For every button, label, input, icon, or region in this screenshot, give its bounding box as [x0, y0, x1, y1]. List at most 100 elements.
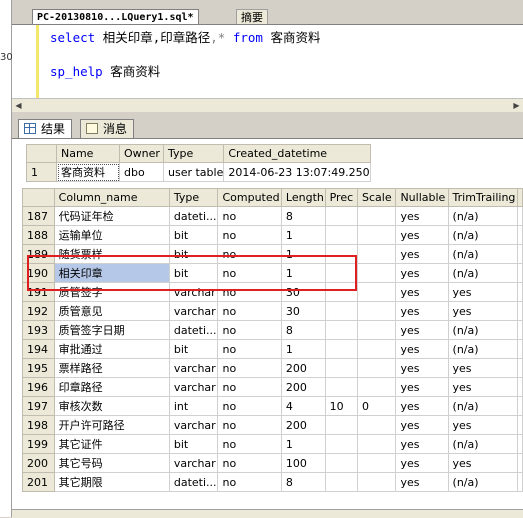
grid-cell[interactable] [357, 263, 397, 283]
grid-cell[interactable]: 审批通过 [53, 339, 170, 359]
grid-cell[interactable]: 票样路径 [53, 358, 170, 378]
grid-cell[interactable]: int [168, 396, 219, 416]
grid-cell[interactable] [357, 206, 397, 226]
grid-cell[interactable]: no [217, 339, 282, 359]
grid-cell[interactable]: no [217, 225, 282, 245]
grid-cell[interactable] [324, 339, 359, 359]
column-header[interactable]: Type [168, 188, 219, 207]
grid-cell[interactable]: 审核次数 [53, 396, 170, 416]
grid-cell[interactable] [357, 434, 397, 454]
grid-cell[interactable]: 8 [280, 320, 326, 340]
grid-cell[interactable]: dateti... [168, 320, 219, 340]
grid-cell[interactable]: (n/a) [447, 263, 519, 283]
table-row[interactable]: 194 审批通过 bit no 1 yes (n/a) [22, 339, 523, 359]
column-header[interactable]: Computed [217, 188, 282, 207]
grid-cell[interactable] [324, 206, 359, 226]
grid-cell[interactable]: yes [447, 415, 519, 435]
grid-cell[interactable]: 4 [280, 396, 326, 416]
grid-cell[interactable]: no [217, 358, 282, 378]
grid-cell[interactable] [357, 225, 397, 245]
row-number[interactable]: 193 [22, 320, 55, 340]
grid-cell[interactable]: dateti... [168, 472, 219, 492]
grid-cell[interactable]: dbo [119, 162, 164, 182]
grid-cell[interactable]: 印章路径 [53, 377, 170, 397]
grid-cell[interactable]: yes [395, 396, 449, 416]
grid-cell[interactable] [357, 358, 397, 378]
grid-cell[interactable] [324, 415, 359, 435]
table-row[interactable]: 198 开户许可路径 varchar no 200 yes yes [22, 415, 523, 435]
row-number[interactable]: 201 [22, 472, 55, 492]
grid-cell[interactable]: yes [447, 358, 519, 378]
row-number[interactable]: 197 [22, 396, 55, 416]
grid-cell[interactable]: 200 [280, 415, 326, 435]
tab-summary[interactable]: 摘要 [236, 9, 268, 25]
grid-cell[interactable]: 其它号码 [53, 453, 170, 473]
table-row[interactable]: 201 其它期限 dateti... no 8 yes (n/a) [22, 472, 523, 492]
grid-cell[interactable]: bit [168, 434, 219, 454]
grid-cell[interactable]: (n/a) [447, 396, 519, 416]
grid-cell[interactable]: 2014-06-23 13:07:49.250 [223, 162, 371, 182]
grid-cell[interactable]: no [217, 472, 282, 492]
grid-cell[interactable]: 0 [357, 396, 397, 416]
scroll-right-icon[interactable]: ▶ [510, 99, 523, 112]
grid-cell[interactable]: no [217, 301, 282, 321]
grid-cell[interactable]: 10 [324, 396, 359, 416]
grid-cell[interactable]: no [217, 206, 282, 226]
grid-cell[interactable]: dateti... [168, 206, 219, 226]
grid-cell[interactable]: 开户许可路径 [53, 415, 170, 435]
editor-horizontal-scrollbar[interactable]: ◀ ▶ [12, 98, 523, 113]
table-row[interactable]: 195 票样路径 varchar no 200 yes yes [22, 358, 523, 378]
grid-cell[interactable] [324, 225, 359, 245]
grid-cell[interactable]: yes [395, 358, 449, 378]
grid-cell[interactable] [324, 472, 359, 492]
row-number[interactable]: 192 [22, 301, 55, 321]
grid-cell[interactable]: yes [395, 244, 449, 264]
table-row[interactable]: 192 质管意见 varchar no 30 yes yes [22, 301, 523, 321]
grid-cell[interactable]: 质管签字日期 [53, 320, 170, 340]
grid-cell[interactable] [357, 244, 397, 264]
grid-cell[interactable]: user table [162, 162, 225, 182]
tab-messages[interactable]: 消息 [80, 119, 135, 139]
grid-cell[interactable]: no [217, 377, 282, 397]
grid-cell[interactable] [357, 339, 397, 359]
tab-query-editor[interactable]: PC-20130810...LQuery1.sql* [32, 9, 199, 25]
column-header[interactable]: Name [56, 144, 120, 163]
table-row[interactable]: 196 印章路径 varchar no 200 yes yes [22, 377, 523, 397]
grid-cell[interactable]: varchar [168, 415, 219, 435]
grid-cell[interactable]: yes [395, 206, 449, 226]
scroll-left-icon[interactable]: ◀ [12, 99, 25, 112]
column-header[interactable]: Prec [324, 188, 359, 207]
grid-cell[interactable]: varchar [168, 358, 219, 378]
grid-cell[interactable] [324, 301, 359, 321]
query-line-2[interactable]: sp_help 客商资料 [50, 61, 160, 80]
grid-cell[interactable]: (n/a) [447, 339, 519, 359]
grid-cell[interactable] [324, 453, 359, 473]
table-row[interactable]: 197 审核次数 int no 4 10 0 yes (n/a) [22, 396, 523, 416]
row-number[interactable]: 198 [22, 415, 55, 435]
grid-cell[interactable] [357, 301, 397, 321]
grid-cell[interactable]: (n/a) [447, 472, 519, 492]
tab-results[interactable]: 结果 [18, 119, 73, 139]
grid-cell[interactable]: bit [168, 339, 219, 359]
row-number[interactable]: 1 [26, 162, 57, 182]
table-row[interactable]: 187 代码证年检 dateti... no 8 yes (n/a) [22, 206, 523, 226]
grid-cell[interactable] [324, 434, 359, 454]
grid-cell[interactable] [357, 453, 397, 473]
grid-cell[interactable]: yes [447, 453, 519, 473]
grid-cell[interactable]: 其它期限 [53, 472, 170, 492]
row-number[interactable]: 187 [22, 206, 55, 226]
grid-cell[interactable]: yes [395, 320, 449, 340]
column-header[interactable]: Column_name [53, 188, 170, 207]
grid-cell[interactable]: 100 [280, 453, 326, 473]
grid-cell[interactable]: yes [395, 415, 449, 435]
row-number[interactable]: 199 [22, 434, 55, 454]
column-header[interactable]: Created_datetime [223, 144, 371, 163]
grid-cell[interactable]: yes [395, 377, 449, 397]
grid-cell[interactable]: 代码证年检 [53, 206, 170, 226]
table-row[interactable]: 199 其它证件 bit no 1 yes (n/a) [22, 434, 523, 454]
row-number[interactable]: 200 [22, 453, 55, 473]
grid-cell[interactable] [357, 472, 397, 492]
grid-cell[interactable]: no [217, 320, 282, 340]
table-row[interactable]: 1 客商资料 dbo user table 2014-06-23 13:07:4… [26, 162, 371, 182]
grid-cell[interactable]: (n/a) [447, 244, 519, 264]
